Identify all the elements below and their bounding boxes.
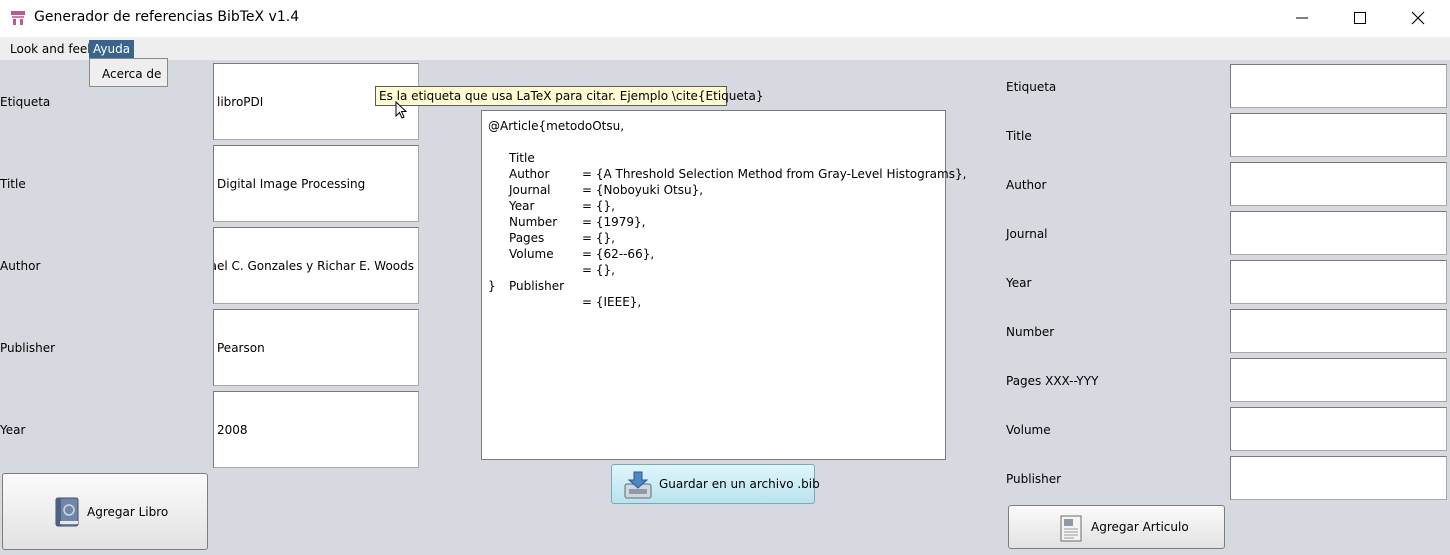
mouse-cursor-icon	[395, 101, 407, 119]
article-number-label: Number	[1006, 325, 1055, 339]
etiqueta-tooltip: Es la etiqueta que usa LaTeX para citar.…	[375, 86, 763, 106]
book-author-value: Rafael C. Gonzales y Richar E. Woods	[214, 258, 414, 273]
article-etiqueta-label: Etiqueta	[1006, 80, 1057, 94]
book-publisher-label: Publisher	[0, 341, 56, 355]
close-button[interactable]	[1389, 0, 1447, 36]
article-title-label: Title	[1006, 129, 1032, 143]
save-bib-label: Guardar en un archivo .bib	[659, 477, 820, 491]
save-download-icon	[624, 471, 652, 499]
article-volume-label: Volume	[1006, 423, 1051, 437]
save-bib-button[interactable]: Guardar en un archivo .bib	[611, 464, 820, 504]
article-title-input[interactable]	[1230, 113, 1447, 157]
article-volume-input[interactable]	[1230, 407, 1447, 451]
article-document-icon	[1060, 515, 1082, 542]
add-article-label: Agregar Articulo	[1091, 520, 1189, 534]
preview-key: Publisher	[509, 279, 565, 293]
book-etiqueta-label: Etiqueta	[0, 95, 51, 109]
preview-row: Number = {},	[488, 198, 928, 245]
title-bar: Generador de referencias BibTeX v1.4	[0, 0, 1450, 37]
book-year-label: Year	[0, 423, 26, 437]
bibtex-preview[interactable]: @Article{metodoOtsu, Title = {A Threshol…	[481, 110, 966, 460]
article-author-input[interactable]	[1230, 162, 1447, 206]
article-publisher-label: Publisher	[1006, 472, 1062, 486]
book-title-value: Digital Image Processing	[217, 176, 366, 191]
ayuda-dropdown: Acerca de	[89, 58, 168, 87]
preview-row: Author = {Noboyuki Otsu},	[488, 150, 928, 197]
article-author-label: Author	[1006, 178, 1047, 192]
preview-row: Pages = {62--66},	[488, 214, 928, 261]
menu-look-and-feel[interactable]: Look and feel	[6, 40, 95, 58]
minimize-icon	[1296, 17, 1308, 19]
article-journal-input[interactable]	[1230, 211, 1447, 255]
article-number-input[interactable]	[1230, 309, 1447, 353]
preview-row	[488, 246, 928, 262]
preview-footer: }	[488, 279, 496, 293]
preview-row: Year = {1979},	[488, 182, 928, 229]
menu-ayuda[interactable]: Ayuda	[89, 40, 135, 58]
article-pages-input[interactable]	[1230, 358, 1447, 402]
book-year-input[interactable]: 2008	[213, 391, 419, 468]
book-publisher-input[interactable]: Pearson	[213, 309, 419, 386]
article-publisher-input[interactable]	[1230, 456, 1447, 500]
close-icon	[1411, 11, 1425, 25]
preview-row: Volume = {},	[488, 230, 928, 277]
window-title: Generador de referencias BibTeX v1.4	[34, 9, 300, 25]
article-etiqueta-input[interactable]	[1230, 64, 1447, 108]
book-author-label: Author	[0, 259, 41, 273]
book-author-input[interactable]: Rafael C. Gonzales y Richar E. Woods	[213, 227, 419, 304]
add-article-button[interactable]: Agregar Articulo	[1008, 505, 1225, 549]
book-title-label: Title	[0, 177, 26, 191]
preview-row: Publisher = {IEEE},	[488, 262, 928, 309]
preview-row: Title = {A Threshold Selection Method fr…	[488, 134, 966, 181]
maximize-button[interactable]	[1331, 0, 1389, 36]
menu-item-acerca-de[interactable]: Acerca de	[102, 67, 161, 81]
preview-value: = {IEEE},	[582, 295, 642, 309]
article-year-label: Year	[1006, 276, 1032, 290]
preview-header: @Article{metodoOtsu,	[488, 119, 625, 133]
article-pages-label: Pages XXX--YYY	[1006, 374, 1099, 388]
add-book-button[interactable]: Agregar Libro	[2, 473, 208, 550]
book-etiqueta-value: libroPDI	[217, 94, 264, 109]
add-book-label: Agregar Libro	[87, 504, 169, 519]
preview-row: Journal = {},	[488, 166, 928, 213]
maximize-icon	[1354, 12, 1366, 24]
app-icon	[11, 11, 25, 25]
menu-bar: Look and feel Ayuda	[0, 37, 1450, 60]
book-title-input[interactable]: Digital Image Processing	[213, 145, 419, 222]
book-icon	[55, 497, 79, 527]
article-year-input[interactable]	[1230, 260, 1447, 304]
article-journal-label: Journal	[1006, 227, 1048, 241]
book-year-value: 2008	[217, 422, 248, 437]
book-publisher-value: Pearson	[217, 340, 265, 355]
minimize-button[interactable]	[1273, 0, 1331, 36]
